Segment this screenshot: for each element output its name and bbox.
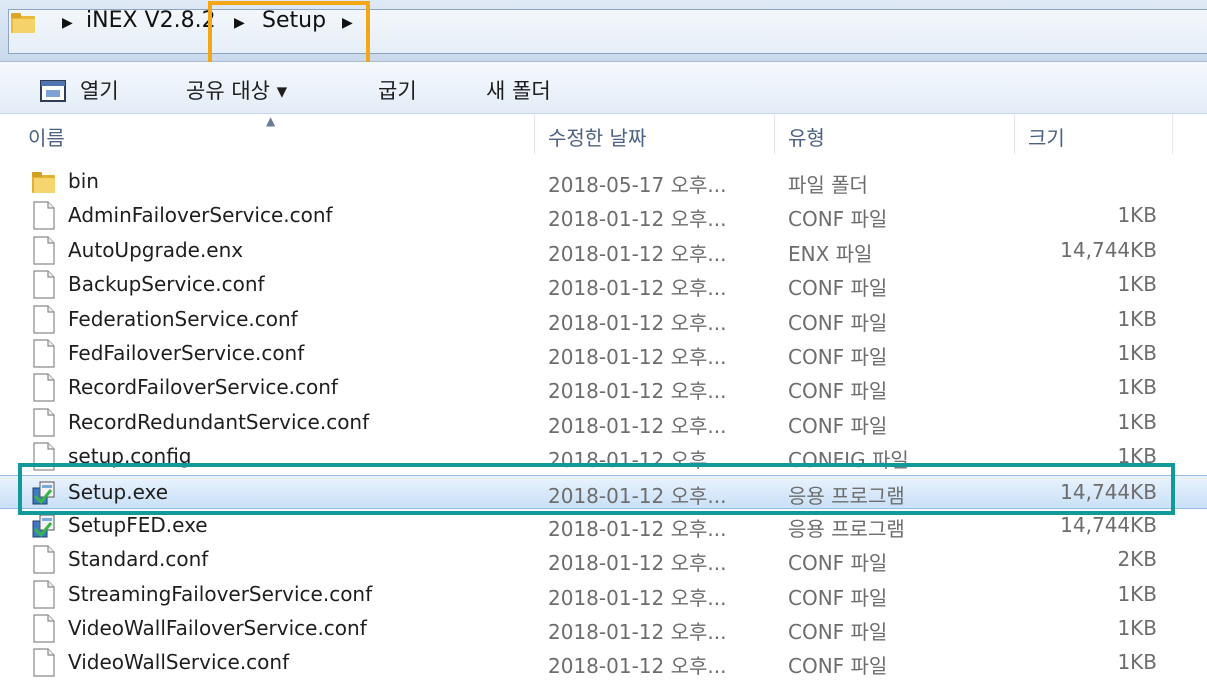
file-type: CONF 파일 (788, 620, 888, 645)
file-type: CONFIG 파일 (788, 448, 909, 473)
command-bar: 열기 공유 대상 ▾ 굽기 새 폴더 (0, 62, 1207, 114)
file-type: CONF 파일 (788, 344, 888, 369)
column-date-modified[interactable]: 수정한 날짜 (548, 122, 646, 151)
file-name: VideoWallService.conf (68, 650, 290, 675)
file-type: 응용 프로그램 (788, 483, 905, 508)
file-type: CONF 파일 (788, 413, 888, 438)
column-type[interactable]: 유형 (788, 122, 825, 151)
file-date-modified: 2018-01-12 오후... (548, 483, 727, 508)
file-date-modified: 2018-01-12 오후... (548, 207, 727, 232)
file-type: 파일 폴더 (788, 173, 868, 197)
file-date-modified: 2018-01-12 오후... (548, 379, 727, 404)
column-header-row: ▲ 이름 수정한 날짜 유형 크기 (0, 114, 1207, 156)
file-row[interactable]: AutoUpgrade.enx 2018-01-12 오후... ENX 파일 14,… (0, 234, 1207, 268)
folder-icon (11, 13, 35, 33)
file-row[interactable]: BackupService.conf 2018-01-12 오후... CONF 파… (0, 268, 1207, 302)
file-name: Setup.exe (68, 479, 169, 504)
chevron-right-icon[interactable]: ▶ (342, 15, 353, 31)
file-type: CONF 파일 (788, 207, 888, 232)
column-name[interactable]: 이름 (28, 122, 65, 151)
file-date-modified: 2018-01-12 오후... (548, 585, 727, 610)
file-row[interactable]: AdminFailoverService.conf 2018-01-12 오후..… (0, 199, 1207, 233)
file-row[interactable]: bin 2018-05-17 오후... 파일 폴더 (0, 165, 1207, 199)
file-name: Standard.conf (68, 547, 209, 572)
breadcrumb-item-setup[interactable]: Setup (262, 8, 326, 33)
column-size[interactable]: 크기 (1028, 122, 1065, 151)
file-size: 1KB (1117, 650, 1157, 675)
file-date-modified: 2018-01-12 오후... (548, 654, 727, 679)
file-date-modified: 2018-01-12 오후... (548, 620, 727, 645)
file-date-modified: 2018-01-12 오후... (548, 413, 727, 438)
file-name: bin (68, 169, 99, 193)
file-date-modified: 2018-01-12 오후... (548, 448, 727, 473)
address-bar: ▶ iNEX V2.8.2 ▶ Setup ▶ (0, 0, 1207, 62)
file-list: bin 2018-05-17 오후... 파일 폴더 AdminFailoverSer… (0, 165, 1207, 681)
file-size: 1KB (1117, 306, 1157, 331)
file-name: SetupFED.exe (68, 512, 208, 537)
column-divider[interactable] (534, 114, 535, 154)
file-type: CONF 파일 (788, 310, 888, 335)
file-type: CONF 파일 (788, 379, 888, 404)
chevron-right-icon[interactable]: ▶ (62, 15, 73, 31)
file-date-modified: 2018-01-12 오후... (548, 310, 727, 335)
file-row[interactable]: setup.config 2018-01-12 오후... CONFIG 파일 1KB (0, 440, 1207, 474)
share-with-button[interactable]: 공유 대상 ▾ (186, 75, 287, 105)
file-size: 1KB (1117, 272, 1157, 297)
file-type: CONF 파일 (788, 276, 888, 301)
file-size: 1KB (1117, 581, 1157, 606)
file-type: CONF 파일 (788, 551, 888, 576)
column-divider[interactable] (1172, 114, 1173, 154)
open-window-icon (40, 80, 66, 102)
file-row[interactable]: VideoWallService.conf 2018-01-12 오후... CON… (0, 646, 1207, 680)
file-date-modified: 2018-01-12 오후... (548, 241, 727, 266)
file-size: 1KB (1117, 203, 1157, 228)
sort-ascending-icon: ▲ (266, 114, 276, 128)
column-divider[interactable] (1014, 114, 1015, 154)
file-name: RecordRedundantService.conf (68, 409, 370, 434)
file-size: 1KB (1117, 375, 1157, 400)
column-divider[interactable] (774, 114, 775, 154)
file-size: 2KB (1117, 547, 1157, 572)
burn-button[interactable]: 굽기 (378, 75, 417, 105)
file-date-modified: 2018-01-12 오후... (548, 551, 727, 576)
file-size: 14,744KB (1060, 479, 1157, 504)
file-row[interactable]: FederationService.conf 2018-01-12 오후... CO… (0, 303, 1207, 337)
file-size: 14,744KB (1060, 512, 1157, 537)
chevron-right-icon[interactable]: ▶ (234, 15, 245, 31)
file-row[interactable]: StreamingFailoverService.conf 2018-01-12 … (0, 578, 1207, 612)
file-name: RecordFailoverService.conf (68, 375, 338, 400)
file-row[interactable]: VideoWallFailoverService.conf 2018-01-12 … (0, 612, 1207, 646)
file-name: setup.config (68, 444, 192, 469)
file-row[interactable]: Standard.conf 2018-01-12 오후... CONF 파일 2KB (0, 543, 1207, 577)
file-name: FederationService.conf (68, 306, 298, 331)
file-date-modified: 2018-05-17 오후... (548, 173, 727, 197)
file-size: 1KB (1117, 409, 1157, 434)
breadcrumb-item-inex[interactable]: iNEX V2.8.2 (86, 8, 216, 33)
file-type: ENX 파일 (788, 241, 873, 266)
file-type: CONF 파일 (788, 654, 888, 679)
new-folder-button[interactable]: 새 폴더 (486, 75, 551, 105)
file-size: 1KB (1117, 616, 1157, 641)
file-size: 1KB (1117, 444, 1157, 469)
file-name: StreamingFailoverService.conf (68, 581, 373, 606)
file-row[interactable]: Setup.exe 2018-01-12 오후... 응용 프로그램 14,744KB (0, 474, 1207, 509)
file-row[interactable]: SetupFED.exe 2018-01-12 오후... 응용 프로그램 14,74… (0, 509, 1207, 543)
file-name: AdminFailoverService.conf (68, 203, 333, 228)
open-button[interactable]: 열기 (80, 75, 119, 105)
file-date-modified: 2018-01-12 오후... (548, 516, 727, 541)
file-row[interactable]: RecordFailoverService.conf 2018-01-12 오후.… (0, 371, 1207, 405)
file-size: 1KB (1117, 340, 1157, 365)
file-name: BackupService.conf (68, 272, 265, 297)
file-name: VideoWallFailoverService.conf (68, 616, 367, 641)
file-row[interactable]: RecordRedundantService.conf 2018-01-12 오후… (0, 406, 1207, 440)
file-row[interactable]: FedFailoverService.conf 2018-01-12 오후... C… (0, 337, 1207, 371)
file-type: CONF 파일 (788, 585, 888, 610)
file-type: 응용 프로그램 (788, 516, 905, 541)
file-size: 14,744KB (1060, 237, 1157, 262)
file-name: AutoUpgrade.enx (68, 237, 244, 262)
file-date-modified: 2018-01-12 오후... (548, 276, 727, 301)
file-name: FedFailoverService.conf (68, 340, 305, 365)
file-date-modified: 2018-01-12 오후... (548, 344, 727, 369)
